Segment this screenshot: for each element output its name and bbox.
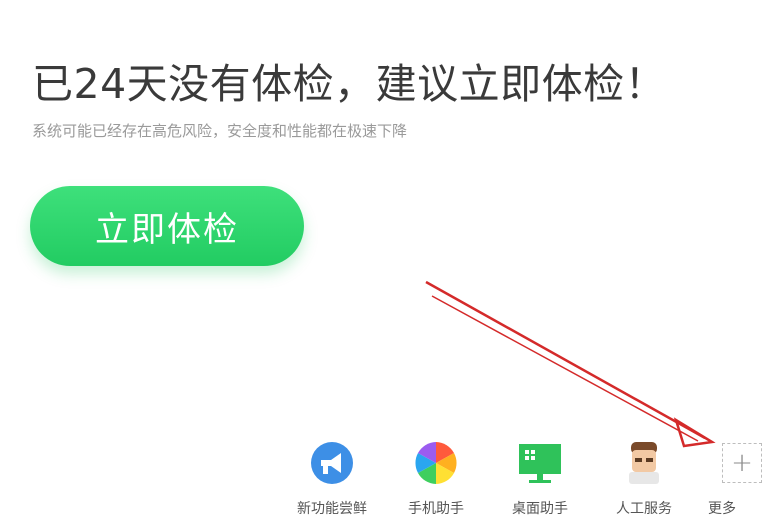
- toolbar-item-label: 新功能尝鲜: [297, 501, 367, 517]
- toolbar-item-label: 桌面助手: [512, 501, 568, 517]
- toolbar-item-more[interactable]: + 更多: [702, 440, 769, 518]
- toolbar-item-new-features[interactable]: 新功能尝鲜: [292, 440, 372, 518]
- risk-subtitle: 系统可能已经存在高危风险，安全度和性能都在极速下降: [32, 122, 408, 140]
- phone-assistant-icon: [413, 440, 459, 486]
- toolbar-item-desktop-assistant[interactable]: 桌面助手: [500, 440, 580, 518]
- toolbar-item-label: 手机助手: [408, 501, 464, 517]
- start-scan-button[interactable]: 立即体检: [30, 186, 304, 266]
- desktop-monitor-icon: [517, 440, 563, 486]
- toolbar-item-label: 更多: [708, 501, 736, 517]
- megaphone-icon: [309, 440, 355, 486]
- toolbar-item-phone-assistant[interactable]: 手机助手: [396, 440, 476, 518]
- page-title: 已24天没有体检，建议立即体检！: [32, 60, 667, 108]
- support-agent-icon: [621, 440, 667, 486]
- plus-icon: +: [722, 443, 762, 483]
